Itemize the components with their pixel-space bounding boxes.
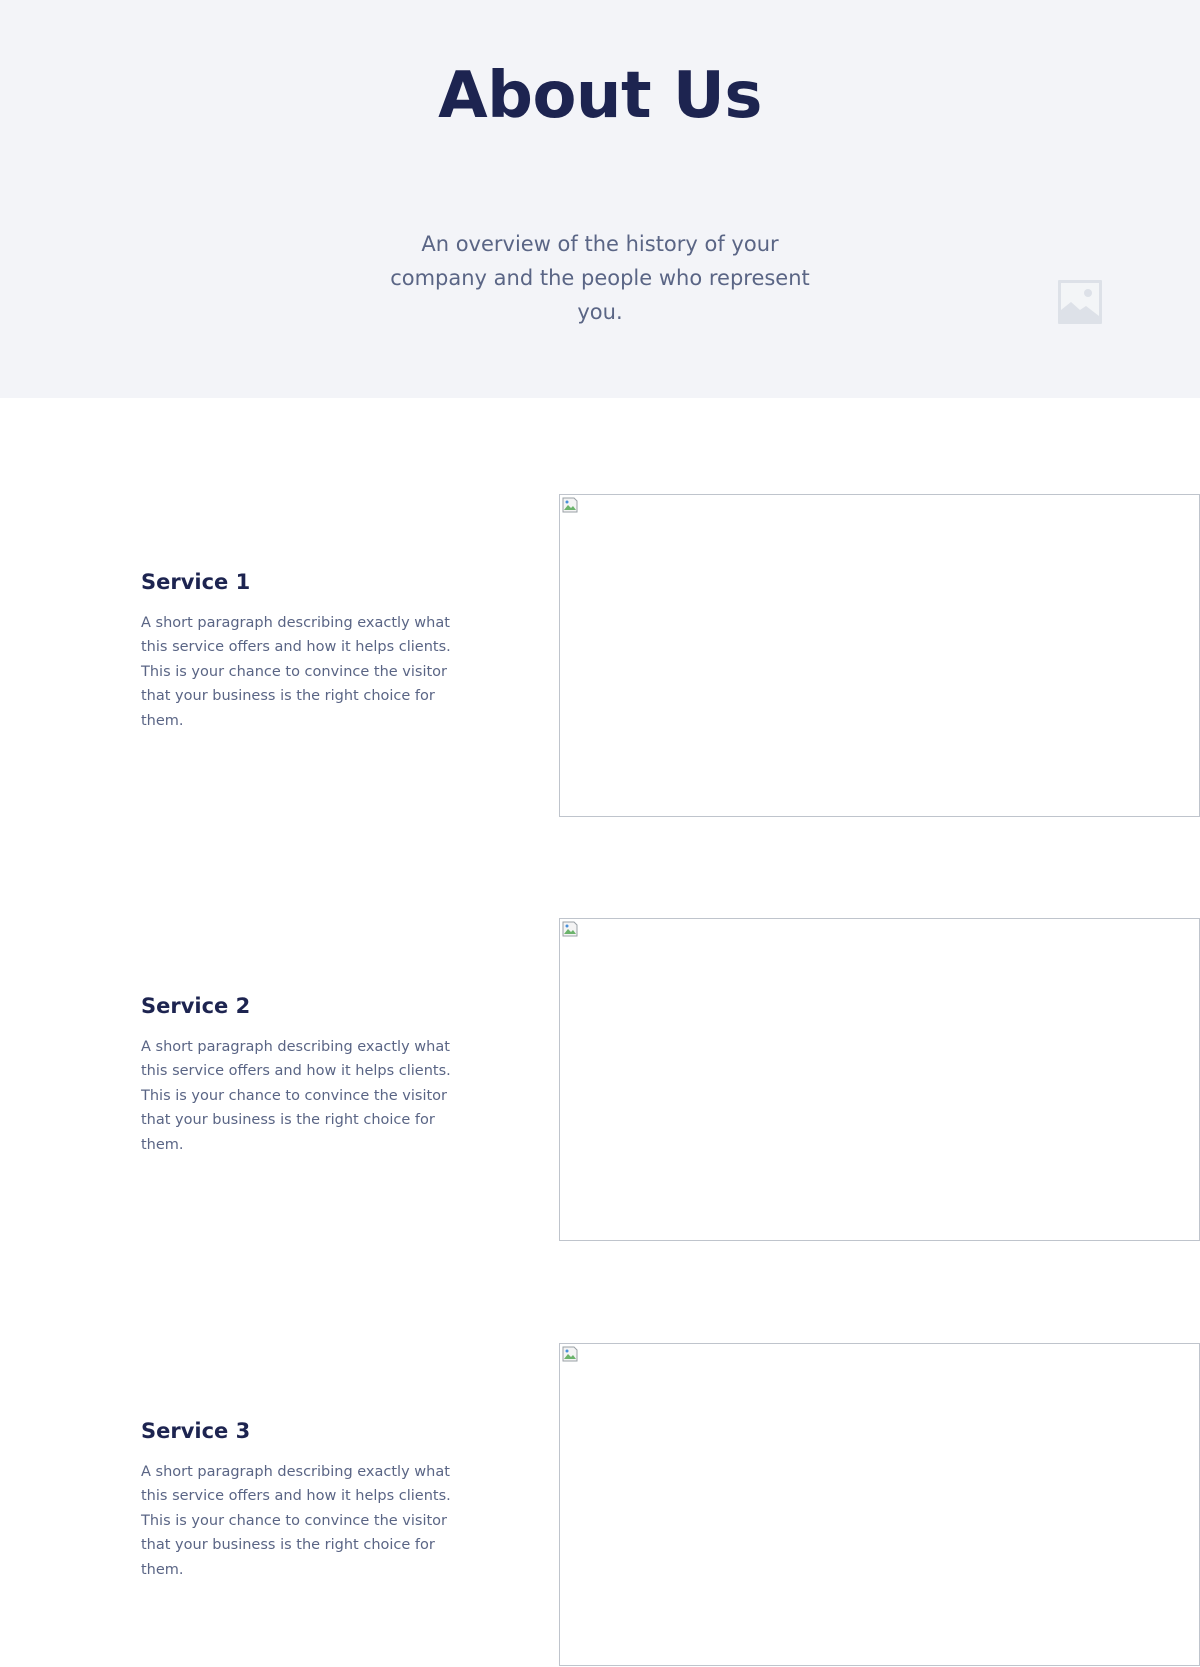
- service-image: [559, 918, 1200, 1241]
- service-description: A short paragraph describing exactly wha…: [141, 1464, 451, 1578]
- broken-image-icon: [562, 921, 578, 937]
- service-title: Service 2: [141, 994, 251, 1018]
- service-block: Service 3 A short paragraph describing e…: [0, 1343, 1200, 1667]
- service-block: Service 1 A short paragraph describing e…: [0, 494, 1200, 818]
- service-image: [559, 1343, 1200, 1666]
- service-block: Service 2 A short paragraph describing e…: [0, 918, 1200, 1242]
- image-placeholder-icon: [1058, 280, 1102, 324]
- service-image: [559, 494, 1200, 817]
- page-title: About Us: [438, 59, 762, 133]
- service-description: A short paragraph describing exactly wha…: [141, 1039, 451, 1153]
- service-description: A short paragraph describing exactly wha…: [141, 615, 451, 729]
- hero-subtitle: An overview of the history of your compa…: [390, 232, 810, 324]
- service-title: Service 3: [141, 1419, 251, 1443]
- broken-image-icon: [562, 1346, 578, 1362]
- broken-image-icon: [562, 497, 578, 513]
- service-title: Service 1: [141, 570, 251, 594]
- hero-section: About Us An overview of the history of y…: [0, 0, 1200, 398]
